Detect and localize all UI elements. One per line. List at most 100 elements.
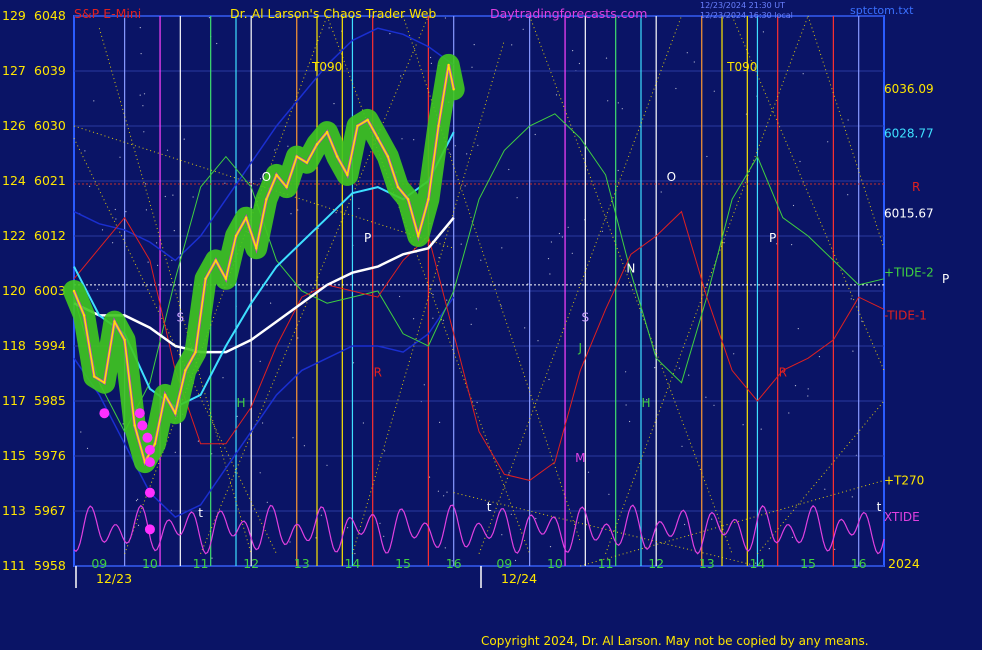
- right-label: 6015.67: [884, 207, 934, 221]
- star: [476, 401, 478, 404]
- star: [522, 28, 524, 30]
- star: [266, 501, 268, 503]
- star: [688, 374, 690, 376]
- star: [143, 131, 145, 133]
- star: [211, 557, 213, 559]
- star: [475, 308, 477, 310]
- star: [432, 317, 434, 319]
- star: [621, 108, 623, 110]
- star: [89, 185, 91, 187]
- star: [115, 218, 117, 220]
- star: [413, 318, 415, 320]
- marker-t: t: [487, 500, 492, 514]
- star: [289, 541, 291, 543]
- star: [547, 258, 550, 260]
- star: [713, 404, 715, 406]
- right-label: +T270: [884, 473, 924, 487]
- star: [847, 119, 849, 121]
- date-label: 12/24: [501, 571, 537, 586]
- star: [555, 94, 558, 96]
- star: [654, 367, 656, 369]
- x-tick-label: 13: [699, 556, 715, 571]
- marker-t: t: [198, 506, 203, 520]
- price-point: [275, 173, 278, 177]
- star: [550, 241, 553, 243]
- chart: 129 6048 127 6039 126 6030 124 6021 122 6012 120 60…: [0, 0, 982, 650]
- y-tick-price: 6012: [34, 228, 66, 243]
- x-tick-label: 15: [395, 556, 411, 571]
- low-dot: [144, 444, 155, 455]
- star: [511, 44, 513, 46]
- star: [320, 514, 322, 516]
- right-label: -TIDE-1: [884, 308, 927, 322]
- marker-p: P: [769, 231, 776, 245]
- low-dot: [99, 408, 110, 419]
- price-point: [325, 130, 329, 134]
- x-tick-label: 09: [91, 556, 107, 571]
- star: [333, 103, 335, 105]
- price-point: [406, 198, 410, 201]
- x-tick-label: 10: [142, 556, 158, 571]
- star: [96, 288, 99, 290]
- star: [466, 153, 468, 155]
- y-tick-index: 129: [2, 8, 26, 23]
- star: [454, 145, 456, 147]
- star: [537, 340, 539, 342]
- y-tick-index: 122: [2, 228, 26, 243]
- marker-j: J: [577, 341, 582, 355]
- y-tick-index: 118: [2, 338, 26, 353]
- star: [500, 305, 502, 307]
- star: [792, 204, 795, 207]
- price-point: [123, 338, 126, 342]
- star: [617, 102, 619, 104]
- price-point: [396, 185, 400, 189]
- y-tick-index: 120: [2, 283, 26, 298]
- star: [480, 259, 482, 261]
- marker-p: P: [364, 231, 371, 245]
- price-point: [315, 143, 319, 146]
- star: [208, 17, 210, 19]
- star: [605, 57, 608, 59]
- marker-s: S: [582, 311, 590, 325]
- star: [791, 536, 794, 539]
- star: [444, 547, 446, 549]
- y-tick-price: 6021: [34, 173, 66, 188]
- price-point: [113, 320, 116, 323]
- star: [137, 524, 140, 527]
- star: [660, 191, 662, 193]
- star: [143, 93, 146, 95]
- star: [571, 252, 573, 254]
- low-dot: [137, 420, 148, 431]
- star: [139, 27, 141, 29]
- price-point: [204, 277, 207, 280]
- y-tick-price: 6003: [34, 283, 66, 298]
- price-point: [234, 234, 238, 238]
- marker-h: H: [237, 396, 246, 410]
- star: [446, 299, 448, 301]
- star: [428, 476, 431, 478]
- star: [607, 100, 609, 102]
- low-dot: [144, 524, 155, 535]
- star: [335, 212, 337, 214]
- star: [470, 323, 472, 325]
- star: [587, 471, 590, 473]
- star: [145, 209, 147, 211]
- site-link[interactable]: Daytradingforecasts.com: [490, 6, 647, 21]
- date-label: 12/23: [96, 571, 132, 586]
- star: [711, 518, 713, 520]
- price-point: [255, 247, 258, 250]
- star: [558, 232, 561, 235]
- price-point: [103, 381, 106, 384]
- low-dot: [144, 457, 155, 468]
- star: [157, 264, 159, 266]
- x-tick-label: 09: [496, 556, 512, 571]
- x-tick-label: 14: [749, 556, 765, 571]
- star: [807, 395, 809, 397]
- x-tick-label: 11: [598, 556, 614, 571]
- price-point: [452, 88, 455, 91]
- price-point: [72, 289, 76, 293]
- star: [535, 517, 537, 520]
- star: [383, 535, 385, 537]
- star: [608, 493, 610, 495]
- star: [549, 273, 551, 275]
